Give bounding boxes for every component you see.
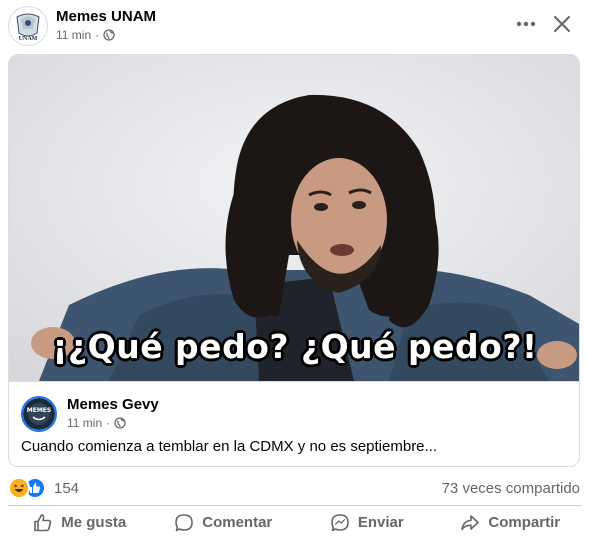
- shared-post-header: MEMES Memes Gevy 11 min · Cuando comienz…: [9, 381, 579, 466]
- memes-gevy-logo-icon: MEMES: [23, 398, 55, 430]
- meta-separator: ·: [106, 416, 111, 430]
- reaction-count[interactable]: 154: [54, 480, 79, 497]
- meme-caption: ¡¿Qué pedo? ¿Qué pedo?!: [52, 327, 538, 366]
- close-button[interactable]: [548, 10, 576, 38]
- svg-text:MEMES: MEMES: [27, 407, 51, 414]
- meme-image[interactable]: ¡¿Qué pedo? ¿Qué pedo?!: [9, 55, 579, 381]
- shared-post-time[interactable]: 11 min: [67, 416, 102, 430]
- unam-logo-icon: UNAM: [10, 8, 46, 44]
- share-icon: [461, 514, 480, 530]
- share-count[interactable]: 73 veces compartido: [442, 480, 580, 497]
- page-name[interactable]: Memes UNAM: [56, 8, 156, 25]
- meta-separator: ·: [95, 28, 100, 42]
- close-icon: [554, 16, 570, 32]
- shared-post-text: Cuando comienza a temblar en la CDMX y n…: [21, 438, 438, 455]
- post-meta: 11 min ·: [56, 28, 115, 42]
- comment-label: Comentar: [202, 514, 273, 531]
- post-header: UNAM Memes UNAM 11 min ·: [0, 0, 590, 52]
- page-avatar[interactable]: UNAM: [8, 6, 48, 46]
- post-time[interactable]: 11 min: [56, 28, 91, 42]
- like-button[interactable]: Me gusta: [8, 506, 152, 539]
- shared-post-card[interactable]: ¡¿Qué pedo? ¿Qué pedo?! MEMES Memes Gevy…: [8, 54, 580, 467]
- like-label: Me gusta: [61, 514, 127, 531]
- haha-icon: [8, 477, 30, 499]
- comment-icon: [175, 513, 194, 531]
- more-dots-icon: [516, 21, 536, 27]
- shared-post-meta: 11 min ·: [67, 416, 126, 430]
- share-button[interactable]: Compartir: [439, 506, 583, 539]
- more-options-button[interactable]: [512, 12, 540, 36]
- share-label: Compartir: [488, 514, 561, 531]
- comment-button[interactable]: Comentar: [152, 506, 296, 539]
- send-button[interactable]: Enviar: [295, 506, 439, 539]
- shared-page-avatar[interactable]: MEMES: [21, 396, 57, 432]
- shared-page-name[interactable]: Memes Gevy: [67, 396, 159, 413]
- globe-icon: [103, 29, 115, 41]
- action-bar: Me gusta Comentar Enviar Compartir: [8, 506, 582, 539]
- send-label: Enviar: [357, 514, 404, 531]
- like-icon: [34, 513, 52, 531]
- svg-text:UNAM: UNAM: [19, 36, 38, 42]
- send-icon: [331, 513, 349, 531]
- globe-icon: [114, 417, 126, 429]
- reaction-summary[interactable]: 154: [8, 477, 79, 499]
